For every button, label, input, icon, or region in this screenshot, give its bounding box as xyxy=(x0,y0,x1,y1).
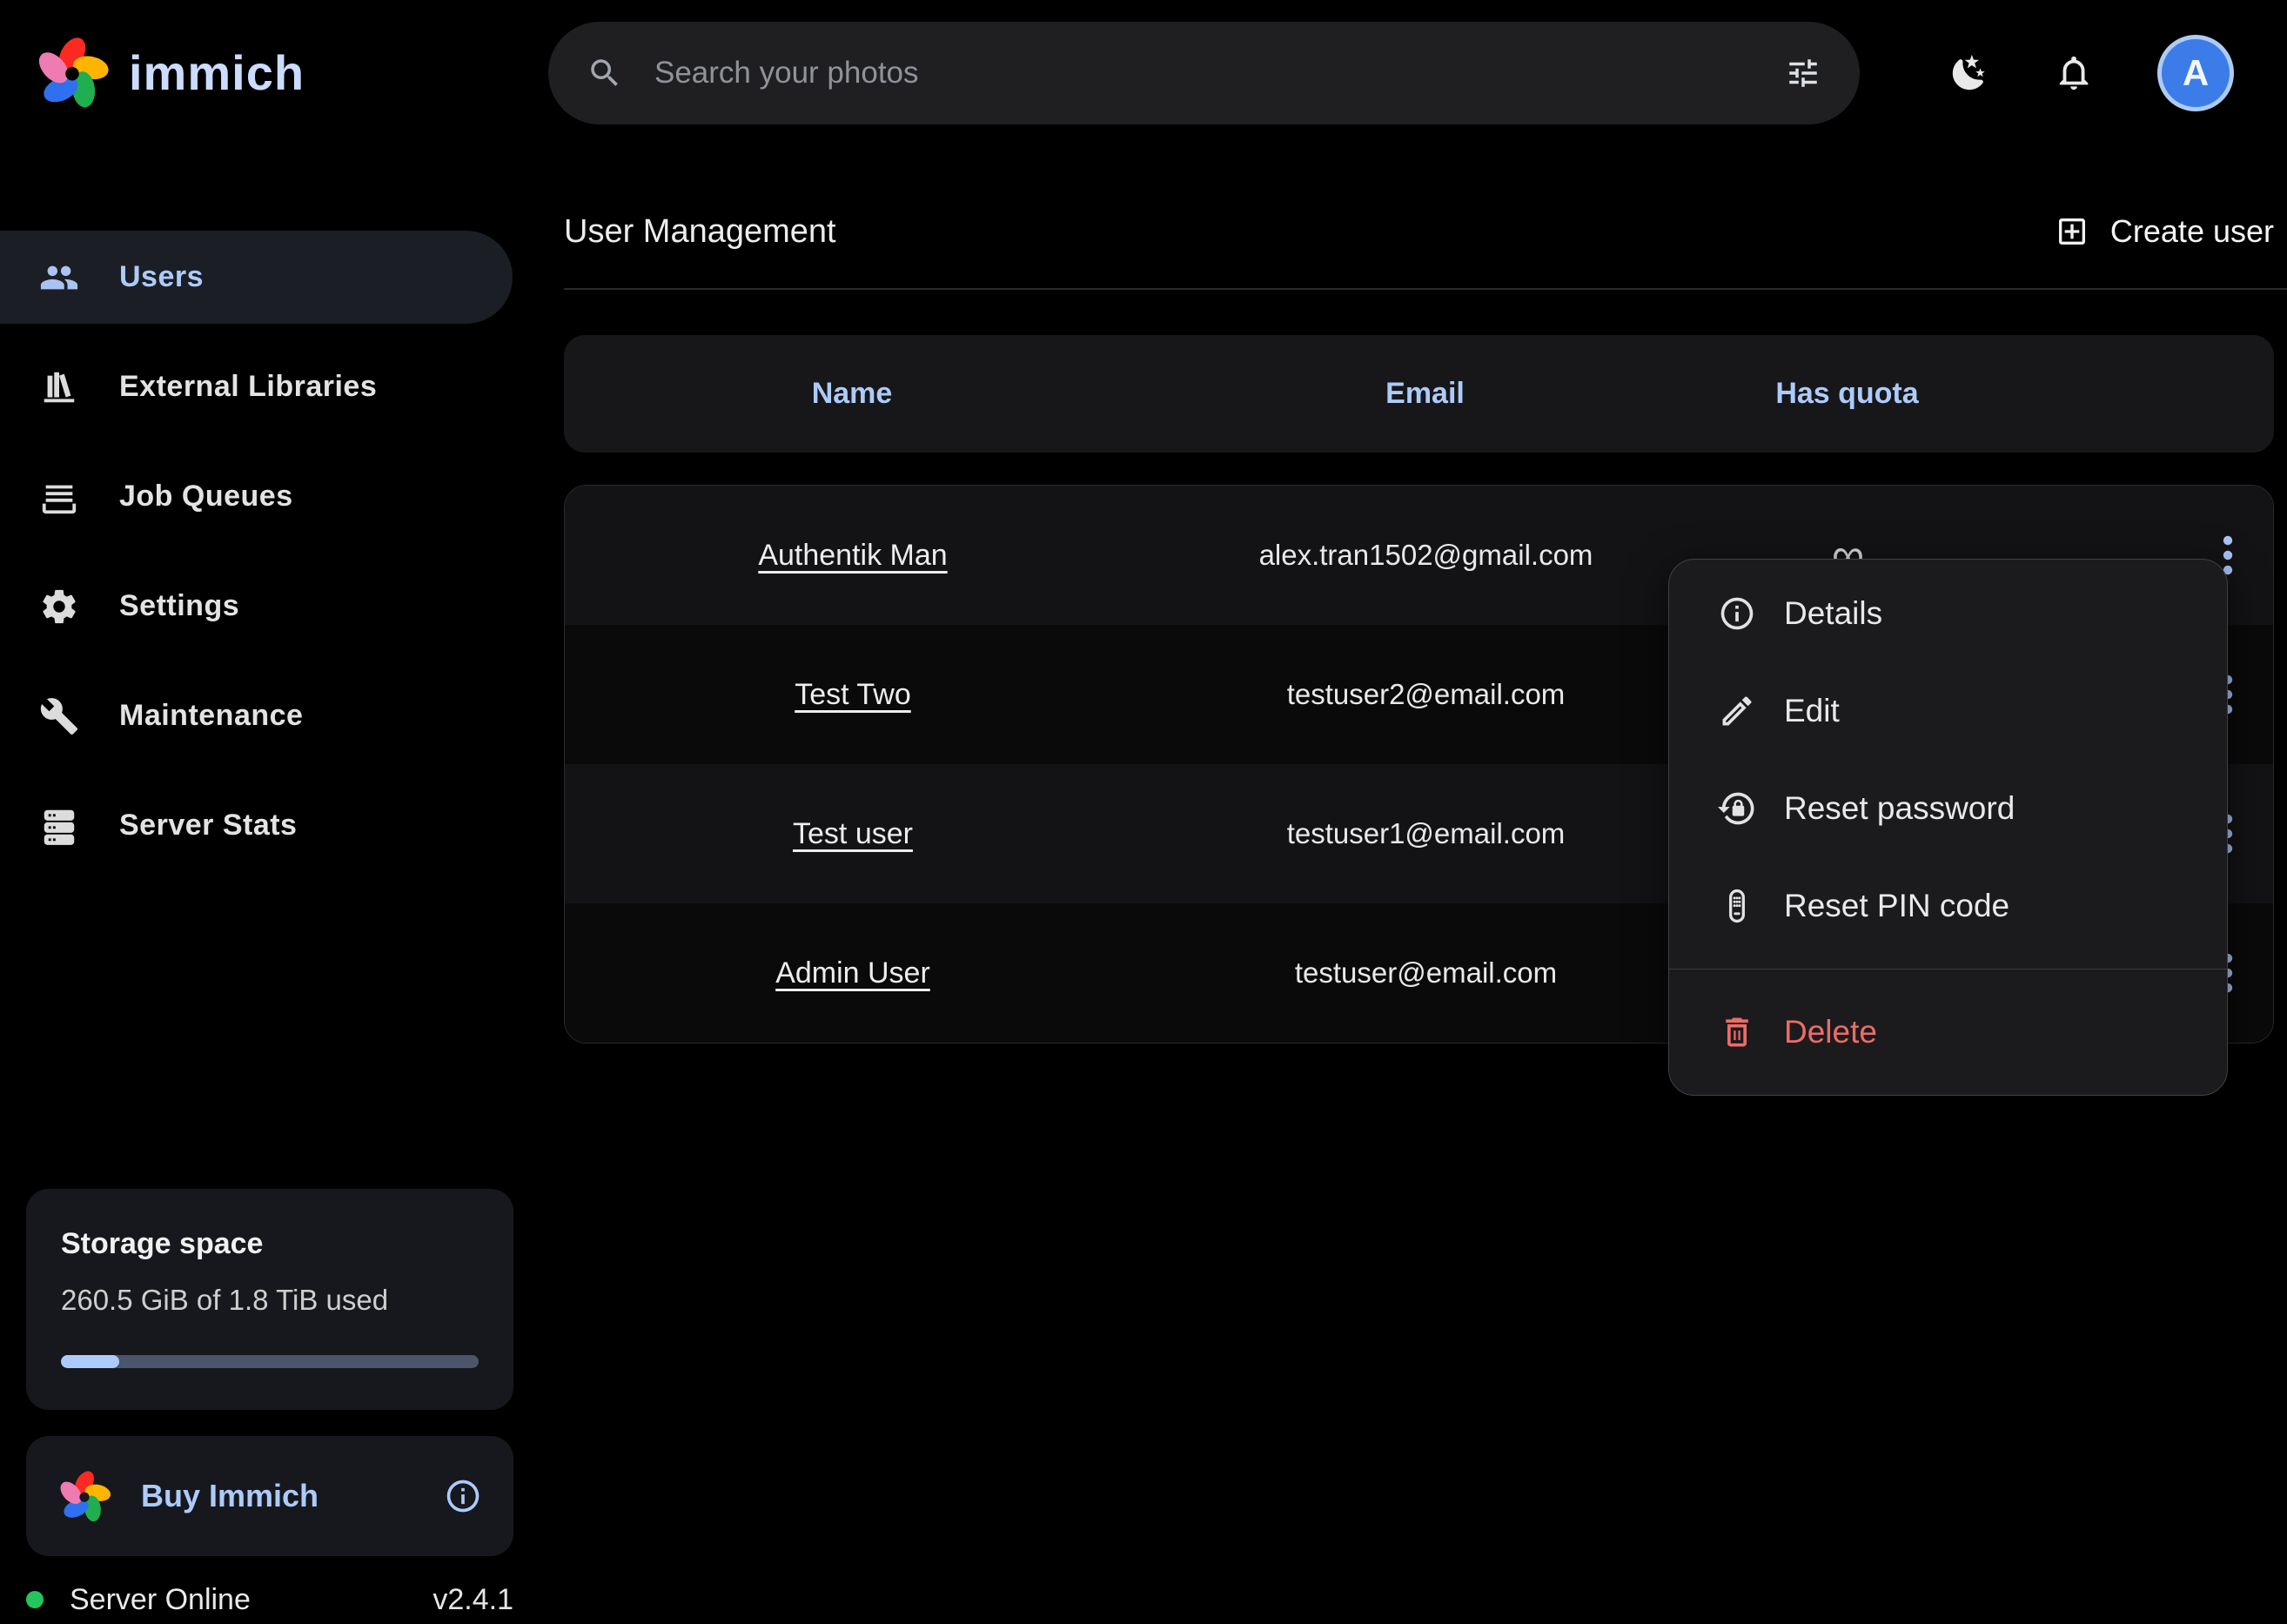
avatar-letter: A xyxy=(2183,52,2209,94)
page-title: User Management xyxy=(564,213,836,251)
storage-title: Storage space xyxy=(61,1227,479,1261)
menu-item-reset-password[interactable]: Reset password xyxy=(1669,760,2227,857)
user-email-cell: testuser1@email.com xyxy=(1141,817,1711,850)
trash-icon xyxy=(1718,1013,1756,1051)
menu-item-edit[interactable]: Edit xyxy=(1669,662,2227,760)
user-name-link[interactable]: Test user xyxy=(793,817,913,850)
user-name-link[interactable]: Authentik Man xyxy=(758,539,947,572)
buy-immich-label: Buy Immich xyxy=(141,1478,319,1514)
plus-box-icon xyxy=(2055,214,2089,249)
sidebar-item-label: Settings xyxy=(119,589,239,623)
storage-usage-text: 260.5 GiB of 1.8 TiB used xyxy=(61,1284,479,1317)
menu-item-label: Details xyxy=(1784,595,1882,632)
create-user-button[interactable]: Create user xyxy=(2055,213,2274,250)
lock-reset-icon xyxy=(1718,789,1756,828)
users-icon xyxy=(39,258,79,298)
sidebar-item-settings[interactable]: Settings xyxy=(0,560,513,653)
sidebar-item-users[interactable]: Users xyxy=(0,231,513,324)
logo-wordmark: immich xyxy=(129,44,305,101)
user-name-cell: Test user xyxy=(565,817,1141,851)
search-filters-icon[interactable] xyxy=(1785,55,1821,91)
wrench-icon xyxy=(39,696,79,736)
menu-divider xyxy=(1669,969,2227,970)
sidebar-item-label: Maintenance xyxy=(119,699,303,733)
bookshelf-icon xyxy=(39,367,79,407)
admin-sidebar: Users External Libraries Job Queues Sett… xyxy=(0,146,540,1622)
create-user-label: Create user xyxy=(2110,213,2274,250)
storage-progress-fill xyxy=(61,1355,119,1368)
menu-item-label: Edit xyxy=(1784,693,1840,729)
column-header-has-quota: Has quota xyxy=(1710,377,1984,411)
user-name-link[interactable]: Test Two xyxy=(795,678,911,711)
menu-item-label: Delete xyxy=(1784,1014,1877,1050)
sidebar-item-label: External Libraries xyxy=(119,370,377,404)
sidebar-item-external-libraries[interactable]: External Libraries xyxy=(0,340,513,433)
info-icon[interactable] xyxy=(444,1477,482,1515)
search-bar[interactable] xyxy=(548,22,1860,124)
menu-item-details[interactable]: Details xyxy=(1669,565,2227,662)
notifications-bell-icon[interactable] xyxy=(2055,53,2095,93)
dark-mode-toggle-icon[interactable] xyxy=(1949,53,1989,93)
server-online-dot xyxy=(26,1591,44,1608)
buy-immich-button[interactable]: Buy Immich xyxy=(26,1436,513,1556)
user-name-cell: Test Two xyxy=(565,678,1141,712)
user-email-cell: testuser@email.com xyxy=(1141,956,1711,990)
user-avatar[interactable]: A xyxy=(2157,35,2234,111)
column-header-email: Email xyxy=(1140,377,1710,411)
gear-icon xyxy=(39,587,79,627)
sidebar-nav: Users External Libraries Job Queues Sett… xyxy=(0,231,540,889)
info-icon xyxy=(1718,594,1756,633)
row-context-menu: Details Edit Reset password Reset PIN co… xyxy=(1668,559,2228,1096)
search-icon xyxy=(587,55,623,91)
immich-logo: immich xyxy=(35,35,305,110)
topbar: immich A xyxy=(0,0,2287,146)
immich-flower-icon xyxy=(57,1469,111,1523)
users-table-header: Name Email Has quota xyxy=(564,335,2274,453)
sidebar-item-server-stats[interactable]: Server Stats xyxy=(0,779,513,872)
storage-progress-track xyxy=(61,1355,479,1368)
server-status-label: Server Online xyxy=(70,1583,251,1617)
menu-item-reset-pin-code[interactable]: Reset PIN code xyxy=(1669,857,2227,955)
pin-pad-icon xyxy=(1718,887,1756,925)
user-email-cell: alex.tran1502@gmail.com xyxy=(1141,539,1711,572)
sidebar-item-label: Users xyxy=(119,260,204,294)
menu-item-label: Reset password xyxy=(1784,790,2015,827)
user-name-cell: Admin User xyxy=(565,956,1141,990)
immich-flower-icon xyxy=(35,35,110,110)
sidebar-item-label: Job Queues xyxy=(119,480,293,513)
search-input[interactable] xyxy=(654,56,1785,91)
server-icon xyxy=(39,806,79,846)
sidebar-item-job-queues[interactable]: Job Queues xyxy=(0,450,513,543)
menu-item-label: Reset PIN code xyxy=(1784,888,2009,924)
server-status-row: Server Online v2.4.1 xyxy=(26,1575,513,1624)
user-name-link[interactable]: Admin User xyxy=(775,956,930,990)
user-email-cell: testuser2@email.com xyxy=(1141,678,1711,711)
menu-item-delete[interactable]: Delete xyxy=(1669,983,2227,1081)
column-header-name: Name xyxy=(564,377,1140,411)
server-version: v2.4.1 xyxy=(433,1583,513,1617)
header-divider xyxy=(564,288,2287,290)
pencil-icon xyxy=(1718,692,1756,730)
sidebar-item-label: Server Stats xyxy=(119,809,297,842)
page-header: User Management Create user xyxy=(564,198,2274,265)
sidebar-item-maintenance[interactable]: Maintenance xyxy=(0,669,513,762)
storage-space-card: Storage space 260.5 GiB of 1.8 TiB used xyxy=(26,1189,513,1410)
tray-icon xyxy=(39,477,79,517)
user-name-cell: Authentik Man xyxy=(565,539,1141,573)
